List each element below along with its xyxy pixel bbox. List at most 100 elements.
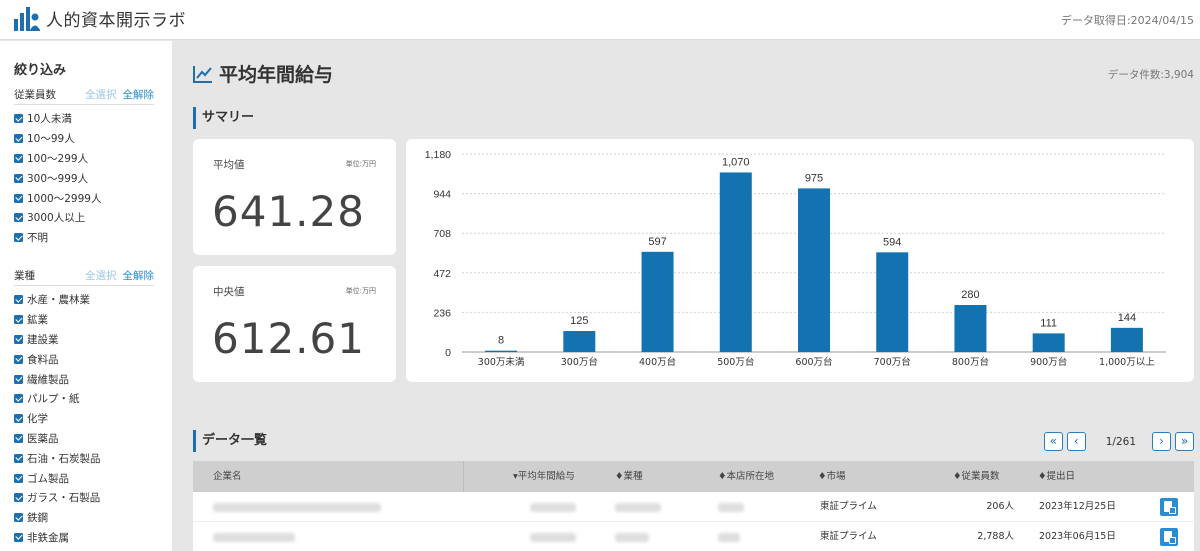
filter-option-label: 食料品 xyxy=(27,353,59,366)
x-tick-label: 300万台 xyxy=(561,356,598,368)
filter-option[interactable]: 1000〜2999人 xyxy=(14,188,154,208)
filter-option-label: 300〜999人 xyxy=(27,172,89,185)
x-tick-label: 900万台 xyxy=(1030,356,1067,368)
checkbox[interactable] xyxy=(14,134,23,144)
filter-option-label: 鉄鋼 xyxy=(27,512,48,525)
checkbox[interactable] xyxy=(14,315,23,325)
filter-option[interactable]: 化学 xyxy=(14,409,154,429)
filter-option[interactable]: 石油・石炭製品 xyxy=(14,448,154,468)
filter-option-label: 3000人以上 xyxy=(27,212,86,225)
checkbox[interactable] xyxy=(14,213,23,223)
prev-page-button[interactable]: ‹ xyxy=(1066,432,1086,451)
filter-option[interactable]: 非鉄金属 xyxy=(14,528,154,548)
document-icon[interactable] xyxy=(1160,528,1178,546)
last-page-button[interactable]: » xyxy=(1175,432,1194,451)
x-tick-label: 500万台 xyxy=(717,356,754,368)
filter-option-label: 10人未満 xyxy=(27,113,72,126)
filter-sidebar: 絞り込み 従業員数 全選択 全解除 10人未満 10〜99人 100〜299人 … xyxy=(0,41,172,551)
clear-all-link[interactable]: 全解除 xyxy=(123,87,155,102)
checkbox[interactable] xyxy=(14,153,23,163)
top-bar: 人的資本開示ラボ データ取得日:2024/04/15 xyxy=(0,0,1200,40)
checkbox[interactable] xyxy=(14,453,23,463)
checkbox[interactable] xyxy=(14,334,23,344)
filter-option[interactable]: 100〜299人 xyxy=(14,149,154,169)
x-tick-label: 400万台 xyxy=(639,356,676,368)
filter-option[interactable]: 食料品 xyxy=(14,349,154,369)
market-cell: 東証プライム xyxy=(820,531,877,542)
blurred-company-name xyxy=(213,533,295,542)
filter-option-label: 水産・農林業 xyxy=(27,294,90,307)
col-company[interactable]: 企業名 xyxy=(213,461,242,492)
filter-option[interactable]: ゴム製品 xyxy=(14,468,154,488)
table-header: 企業名 ▾平均年間給与 ♦業種 ♦本店所在地 ♦市場 ♦従業員数 ♦提出日 xyxy=(193,461,1194,492)
col-location[interactable]: ♦本店所在地 xyxy=(718,461,774,492)
document-icon[interactable] xyxy=(1160,498,1178,516)
filter-option[interactable]: 水産・農林業 xyxy=(14,290,154,310)
checkbox[interactable] xyxy=(14,295,23,305)
app-logo[interactable]: 人的資本開示ラボ xyxy=(14,6,186,31)
filter-option[interactable]: 医薬品 xyxy=(14,429,154,449)
col-industry[interactable]: ♦業種 xyxy=(615,461,643,492)
table-row[interactable]: 東証プライム 206人 2023年12月25日 xyxy=(193,492,1194,522)
col-employees[interactable]: ♦従業員数 xyxy=(953,461,1000,492)
checkbox[interactable] xyxy=(14,173,23,183)
checkbox[interactable] xyxy=(14,414,23,424)
checkbox[interactable] xyxy=(14,354,23,364)
y-tick-label: 1,180 xyxy=(425,149,451,161)
filter-option[interactable]: 3000人以上 xyxy=(14,208,154,228)
employees-cell: 2,788人 xyxy=(977,531,1014,542)
checkbox[interactable] xyxy=(14,513,23,523)
filter-option[interactable]: 10人未満 xyxy=(14,109,154,129)
checkbox[interactable] xyxy=(14,394,23,404)
filter-option-label: 化学 xyxy=(27,413,48,426)
clear-all-link[interactable]: 全解除 xyxy=(123,268,155,283)
employees-cell: 206人 xyxy=(986,501,1014,512)
data-table: 企業名 ▾平均年間給与 ♦業種 ♦本店所在地 ♦市場 ♦従業員数 ♦提出日 東証… xyxy=(193,461,1194,551)
y-tick-label: 0 xyxy=(445,347,451,359)
data-count: データ件数:3,904 xyxy=(1107,69,1194,81)
col-filing-date[interactable]: ♦提出日 xyxy=(1038,461,1075,492)
select-all-link[interactable]: 全選択 xyxy=(85,268,117,283)
filter-option[interactable]: 10〜99人 xyxy=(14,129,154,149)
col-market[interactable]: ♦市場 xyxy=(818,461,846,492)
filter-option-label: 建設業 xyxy=(27,333,59,346)
histogram-bar xyxy=(876,252,909,352)
filter-option[interactable]: 不明 xyxy=(14,228,154,248)
checkbox[interactable] xyxy=(14,114,23,124)
bar-value-label: 597 xyxy=(648,236,666,248)
histogram-bar xyxy=(798,188,830,352)
checkbox[interactable] xyxy=(14,193,23,203)
card-label: 平均値 xyxy=(213,159,245,171)
x-tick-label: 300万未満 xyxy=(478,356,525,368)
filter-option[interactable]: パルプ・紙 xyxy=(14,389,154,409)
checkbox[interactable] xyxy=(14,433,23,443)
checkbox[interactable] xyxy=(14,473,23,483)
checkbox[interactable] xyxy=(14,532,23,542)
card-value: 612.61 xyxy=(212,314,365,363)
filter-option[interactable]: 300〜999人 xyxy=(14,168,154,188)
filter-option[interactable]: 鉱業 xyxy=(14,310,154,330)
next-page-button[interactable]: › xyxy=(1152,432,1171,451)
checkbox[interactable] xyxy=(14,233,23,243)
filter-option[interactable]: ガラス・石製品 xyxy=(14,488,154,508)
histogram-bar xyxy=(641,251,674,352)
filter-option-label: 10〜99人 xyxy=(27,133,75,146)
filter-group-name: 業種 xyxy=(14,270,35,282)
blurred-salary xyxy=(530,533,576,542)
table-row[interactable]: 東証プライム 2,788人 2023年06月15日 xyxy=(193,522,1194,551)
filter-option[interactable]: 鉄鋼 xyxy=(14,508,154,528)
filter-option[interactable]: 繊維製品 xyxy=(14,369,154,389)
first-page-button[interactable]: « xyxy=(1043,432,1063,451)
filter-option[interactable]: 建設業 xyxy=(14,330,154,350)
checkbox[interactable] xyxy=(14,374,23,384)
bar-value-label: 975 xyxy=(805,172,823,184)
histogram-bar xyxy=(563,331,596,352)
col-avg-salary[interactable]: ▾平均年間給与 xyxy=(513,461,575,492)
x-tick-label: 700万台 xyxy=(874,356,911,368)
checkbox[interactable] xyxy=(14,493,23,503)
bar-value-label: 1,070 xyxy=(722,156,750,168)
card-unit: 単位:万円 xyxy=(345,287,376,295)
filter-group-header: 業種 全選択 全解除 xyxy=(14,268,154,286)
page-title: 平均年間給与 xyxy=(193,60,333,87)
select-all-link[interactable]: 全選択 xyxy=(85,87,117,102)
